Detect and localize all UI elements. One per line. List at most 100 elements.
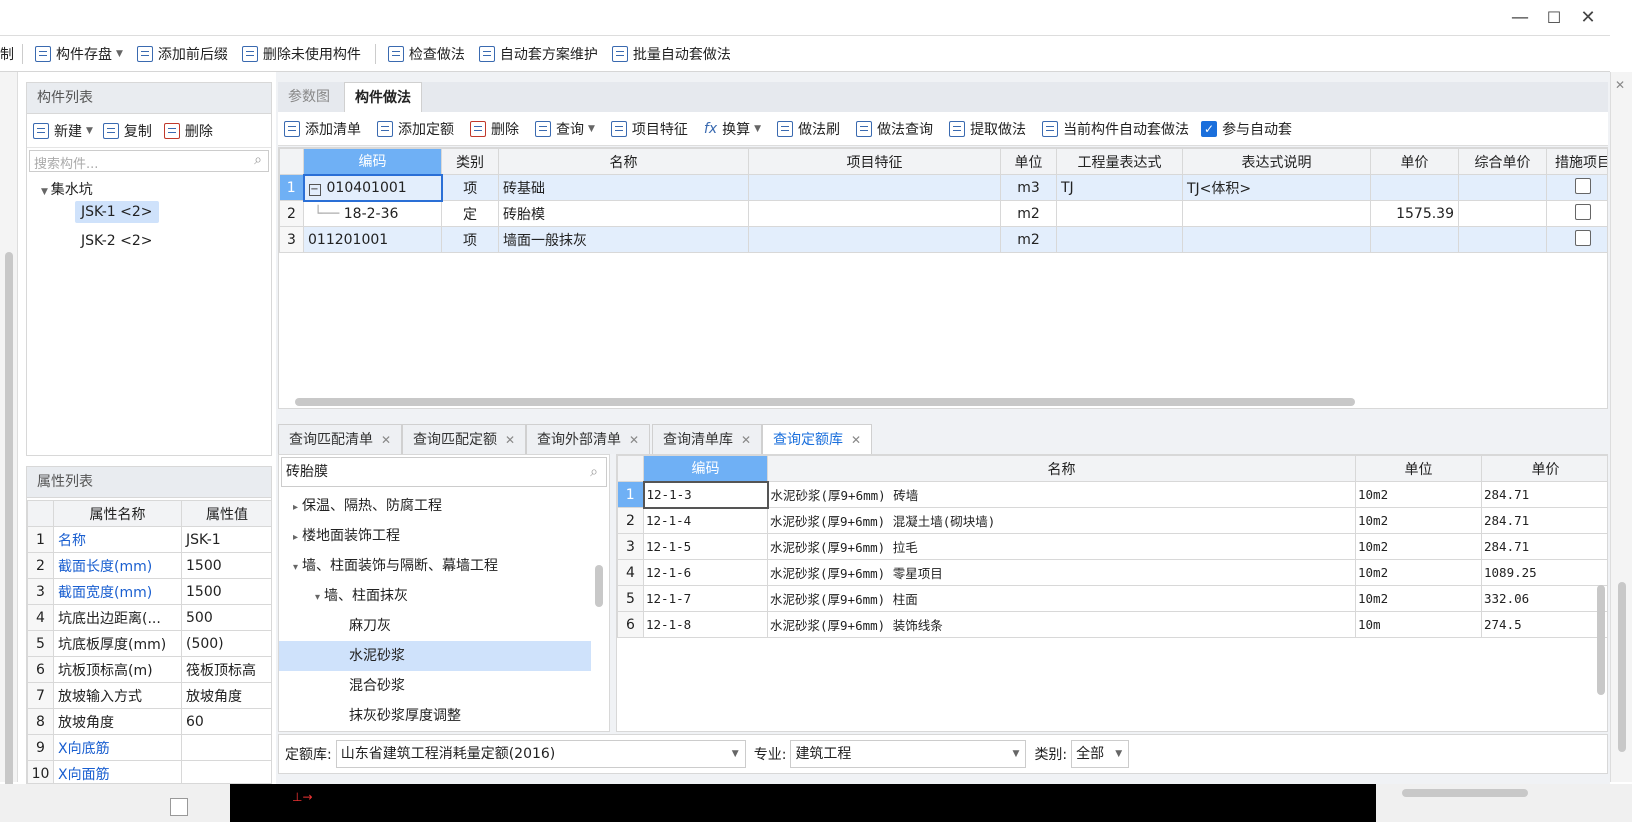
query-tree-item[interactable]: 混合砂浆 <box>279 671 609 701</box>
price-cell[interactable]: 284.71 <box>1481 533 1607 560</box>
code-cell[interactable]: 12-1-6 <box>643 559 768 586</box>
scrollbar[interactable] <box>1402 789 1528 797</box>
query-tree-item[interactable]: ▸ 楼地面装饰工程 <box>279 521 609 551</box>
quota-row[interactable]: 3 12-1-5 水泥砂浆(厚9+6mm) 拉毛 10m2 284.71 <box>617 533 1607 560</box>
method-row[interactable]: 3 011201001 项 墙面一般抹灰 m2 <box>279 226 1607 253</box>
scrollbar[interactable] <box>295 398 1355 406</box>
code-cell[interactable]: 011201001 <box>303 226 442 253</box>
total-cell[interactable] <box>1458 226 1547 253</box>
tree-node-root[interactable]: ▼ 集水坑 <box>41 179 93 199</box>
property-row[interactable]: 6 坑板顶标高(m) 筏板顶标高 <box>27 656 271 683</box>
quota-row[interactable]: 1 12-1-3 水泥砂浆(厚9+6mm) 砖墙 10m2 284.71 <box>617 480 1607 509</box>
query-button[interactable]: 查询 ▼ <box>535 119 595 139</box>
property-row[interactable]: 9 X向底筋 <box>27 734 271 761</box>
name-cell[interactable]: 水泥砂浆(厚9+6mm) 柱面 <box>767 585 1356 612</box>
property-value[interactable]: 500 <box>181 604 271 631</box>
price-cell[interactable]: 284.71 <box>1481 481 1607 508</box>
query-tab[interactable]: 查询匹配定额 ✕ <box>402 424 527 454</box>
total-cell[interactable] <box>1458 200 1547 227</box>
checkbox[interactable] <box>170 798 188 816</box>
add-quota-button[interactable]: 添加定额 <box>377 119 454 139</box>
search-icon[interactable]: ⌕ <box>254 152 262 168</box>
delete-button[interactable]: 删除 <box>163 121 213 141</box>
name-cell[interactable]: 墙面一般抹灰 <box>498 226 749 253</box>
desc-cell[interactable] <box>1182 226 1371 253</box>
delete-row-button[interactable]: 删除 <box>470 119 519 139</box>
feature-cell[interactable] <box>748 174 1001 201</box>
unit-cell[interactable]: 10m2 <box>1355 533 1482 560</box>
property-value[interactable] <box>181 760 271 783</box>
expr-cell[interactable] <box>1056 226 1183 253</box>
scrollbar[interactable] <box>1597 585 1605 695</box>
checkbox[interactable] <box>1575 229 1591 246</box>
close-icon[interactable]: ✕ <box>741 433 751 447</box>
query-tree-item[interactable]: ▾ 墙、柱面抹灰 <box>279 581 609 611</box>
scrollbar[interactable] <box>5 252 13 792</box>
major-select[interactable]: 建筑工程 ▼ <box>790 740 1027 768</box>
add-list-button[interactable]: 添加清单 <box>284 119 361 139</box>
query-tab[interactable]: 查询定额库 ✕ <box>762 424 873 454</box>
code-cell[interactable]: −010401001 <box>302 173 443 202</box>
extract-method-button[interactable]: 提取做法 <box>949 119 1026 139</box>
query-tree-item[interactable]: ▸ 保温、隔热、防腐工程 <box>279 491 609 521</box>
drawing-canvas[interactable] <box>230 784 1376 822</box>
price-cell[interactable]: 274.5 <box>1481 611 1607 638</box>
checkbox[interactable] <box>1575 177 1591 194</box>
close-icon[interactable]: ✕ <box>1615 78 1625 92</box>
price-cell[interactable]: 332.06 <box>1481 585 1607 612</box>
add-prefix-suffix-button[interactable]: 添加前后缀 <box>136 44 228 64</box>
property-value[interactable] <box>181 734 271 761</box>
price-cell[interactable]: 284.71 <box>1481 507 1607 534</box>
query-search-input[interactable]: 砖胎膜 ⌕ <box>281 457 607 487</box>
auto-scheme-button[interactable]: 自动套方案维护 <box>478 44 598 64</box>
method-query-button[interactable]: 做法查询 <box>856 119 933 139</box>
type-cell[interactable]: 项 <box>441 174 499 201</box>
search-input[interactable]: 搜索构件... ⌕ <box>29 150 269 172</box>
property-row[interactable]: 3 截面宽度(mm) 1500 <box>27 578 271 605</box>
code-cell[interactable]: 12-1-4 <box>643 507 768 534</box>
quota-row[interactable]: 4 12-1-6 水泥砂浆(厚9+6mm) 零星项目 10m2 1089.25 <box>617 559 1607 586</box>
name-cell[interactable]: 水泥砂浆(厚9+6mm) 装饰线条 <box>767 611 1356 638</box>
unit-cell[interactable]: m2 <box>1000 200 1057 227</box>
check-method-button[interactable]: 检查做法 <box>387 44 465 64</box>
unit-cell[interactable]: m3 <box>1000 174 1057 201</box>
unit-cell[interactable]: 10m2 <box>1355 559 1482 586</box>
type-cell[interactable]: 定 <box>441 200 499 227</box>
new-button[interactable]: 新建 ▼ <box>33 121 93 141</box>
property-value[interactable]: 1500 <box>181 578 271 605</box>
method-brush-button[interactable]: 做法刷 <box>777 119 840 139</box>
unit-cell[interactable]: 10m <box>1355 611 1482 638</box>
feature-cell[interactable] <box>748 226 1001 253</box>
desc-cell[interactable]: TJ<体积> <box>1182 174 1371 201</box>
close-icon[interactable]: ✕ <box>851 433 861 447</box>
delete-unused-button[interactable]: 删除未使用构件 <box>241 44 361 64</box>
query-tree-item[interactable]: 水泥砂浆 <box>279 641 591 671</box>
unit-cell[interactable]: 10m2 <box>1355 507 1482 534</box>
code-cell[interactable]: 12-1-8 <box>643 611 768 638</box>
chevron-right-icon[interactable]: ▸ <box>293 532 298 543</box>
property-value[interactable]: 放坡角度 <box>181 682 271 709</box>
quota-row[interactable]: 6 12-1-8 水泥砂浆(厚9+6mm) 装饰线条 10m 274.5 <box>617 611 1607 638</box>
property-row[interactable]: 7 放坡输入方式 放坡角度 <box>27 682 271 709</box>
property-row[interactable]: 2 截面长度(mm) 1500 <box>27 552 271 579</box>
chevron-down-icon[interactable]: ▼ <box>116 49 123 59</box>
property-value[interactable]: 60 <box>181 708 271 735</box>
price-cell[interactable] <box>1370 174 1459 201</box>
type-cell[interactable]: 项 <box>441 226 499 253</box>
auto-apply-button[interactable]: 当前构件自动套做法 <box>1042 119 1189 139</box>
query-tab[interactable]: 查询匹配清单 ✕ <box>278 424 403 454</box>
quota-row[interactable]: 5 12-1-7 水泥砂浆(厚9+6mm) 柱面 10m2 332.06 <box>617 585 1607 612</box>
price-cell[interactable]: 1575.39 <box>1370 200 1459 227</box>
tab-param-diagram[interactable]: 参数图 <box>278 82 340 112</box>
property-row[interactable]: 1 名称 JSK-1 <box>27 526 271 553</box>
auto-participate-checkbox[interactable]: ✓ 参与自动套 <box>1201 119 1292 139</box>
convert-button[interactable]: fx 换算 ▼ <box>704 119 761 139</box>
expr-cell[interactable] <box>1056 200 1183 227</box>
property-value[interactable]: 1500 <box>181 552 271 579</box>
tree-item-jsk1[interactable]: JSK-1 <2> <box>75 201 159 223</box>
tab-component-method[interactable]: 构件做法 <box>344 82 422 112</box>
expr-cell[interactable]: TJ <box>1056 174 1183 201</box>
close-icon[interactable]: ✕ <box>381 433 391 447</box>
code-cell[interactable]: 12-1-7 <box>643 585 768 612</box>
desc-cell[interactable] <box>1182 200 1371 227</box>
